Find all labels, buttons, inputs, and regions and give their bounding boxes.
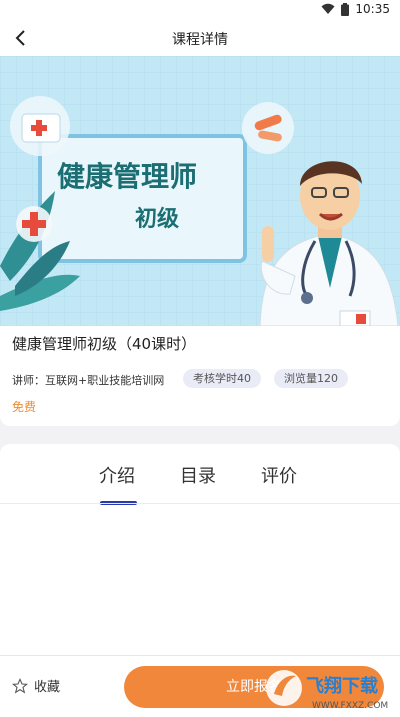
status-bar: 10:35 xyxy=(0,0,400,20)
course-banner: 健康管理师 初级 xyxy=(0,56,400,326)
banner-illustration: 健康管理师 初级 xyxy=(0,56,400,326)
tab-row: 介绍 目录 评价 xyxy=(0,462,400,505)
status-icons: 10:35 xyxy=(321,2,390,16)
star-icon xyxy=(12,677,28,693)
tab-catalog[interactable]: 目录 xyxy=(180,462,216,488)
wifi-icon xyxy=(321,3,335,14)
course-hours-tag: 考核学时40 xyxy=(183,369,261,388)
bottom-action-bar: 收藏 立即报名 飞翔下载 WWW.FXXZ.COM xyxy=(0,655,400,717)
course-teacher: 讲师：互联网+职业技能培训网 xyxy=(12,374,165,387)
favorite-button[interactable]: 收藏 xyxy=(12,676,60,695)
watermark-logo: 飞翔下载 WWW.FXXZ.COM xyxy=(266,670,388,711)
favorite-label: 收藏 xyxy=(34,680,61,695)
course-title: 健康管理师初级（40课时） xyxy=(12,335,197,353)
watermark-main: 飞翔下载 xyxy=(306,675,378,697)
tab-intro[interactable]: 介绍 xyxy=(99,462,135,488)
battery-icon xyxy=(341,2,350,16)
page-title: 课程详情 xyxy=(172,32,228,48)
status-time: 10:35 xyxy=(355,2,390,16)
course-info: 健康管理师初级（40课时） 讲师：互联网+职业技能培训网 考核学时40 浏览量1… xyxy=(0,326,400,426)
course-price: 免费 xyxy=(12,400,37,414)
tab-reviews[interactable]: 评价 xyxy=(261,462,297,488)
course-views-tag: 浏览量120 xyxy=(274,369,348,388)
nav-bar: 课程详情 xyxy=(0,20,400,56)
banner-title-line1: 健康管理师 xyxy=(57,160,197,193)
watermark-url: WWW.FXXZ.COM xyxy=(312,701,388,711)
banner-title-line2: 初级 xyxy=(135,206,179,232)
tab-divider xyxy=(0,503,400,504)
